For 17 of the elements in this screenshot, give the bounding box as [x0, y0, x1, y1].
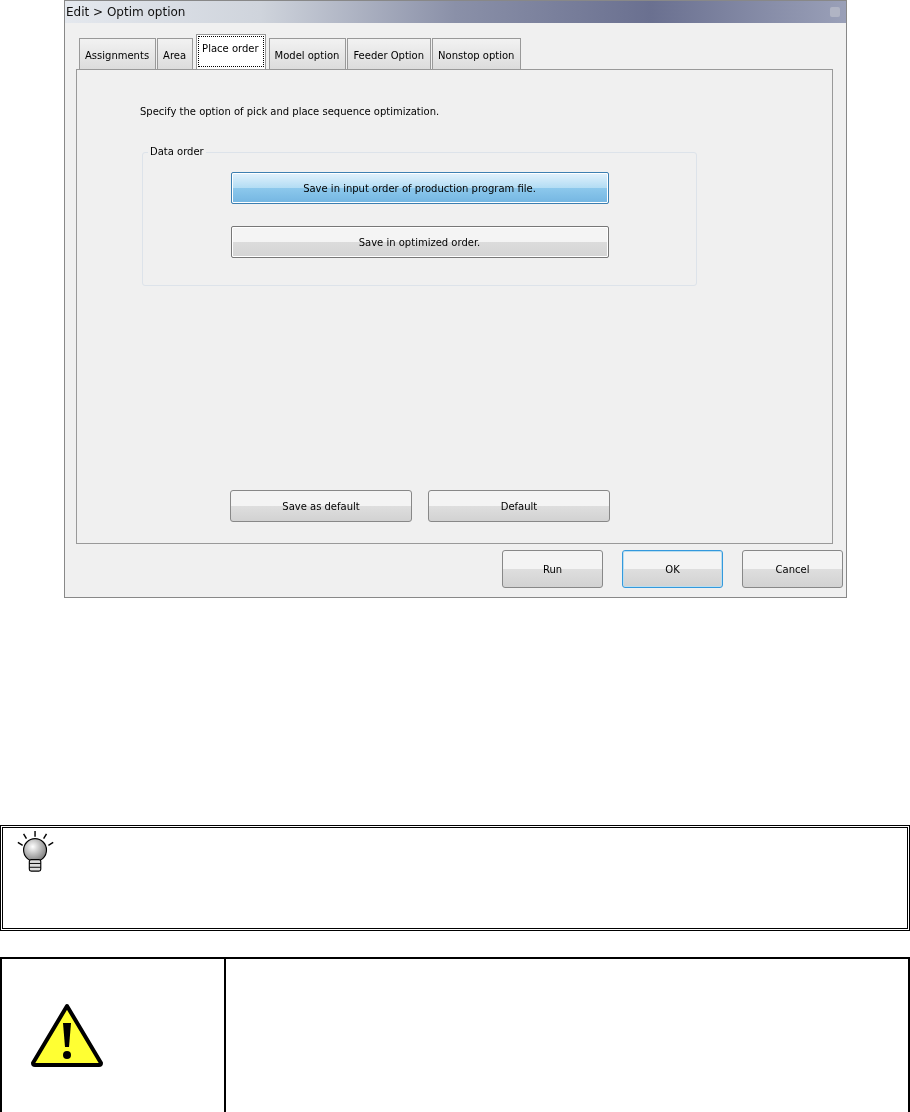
panel-button[interactable]: Save as default: [230, 490, 412, 522]
group-legend: Data order: [148, 146, 206, 157]
tab[interactable]: Nonstop option: [432, 38, 522, 69]
instruction-text: Specify the option of pick and place sequence optimization.: [140, 106, 441, 119]
window-title: Edit > Optim option: [66, 5, 186, 19]
tab[interactable]: Area: [157, 38, 194, 69]
option-button[interactable]: Save in input order of production program file.: [230, 172, 609, 204]
warning-icon: [30, 1003, 104, 1067]
tab[interactable]: Place order: [196, 34, 266, 69]
tab[interactable]: Feeder Option: [347, 38, 432, 69]
dialog-button[interactable]: Run: [502, 550, 603, 588]
panel-button[interactable]: Default: [428, 490, 610, 522]
tab[interactable]: Assignments: [79, 38, 157, 69]
dialog-button[interactable]: Cancel: [742, 550, 843, 588]
dialog-button[interactable]: OK: [622, 550, 723, 588]
option-button[interactable]: Save in optimized order.: [230, 226, 609, 258]
tab[interactable]: Model option: [268, 38, 347, 69]
